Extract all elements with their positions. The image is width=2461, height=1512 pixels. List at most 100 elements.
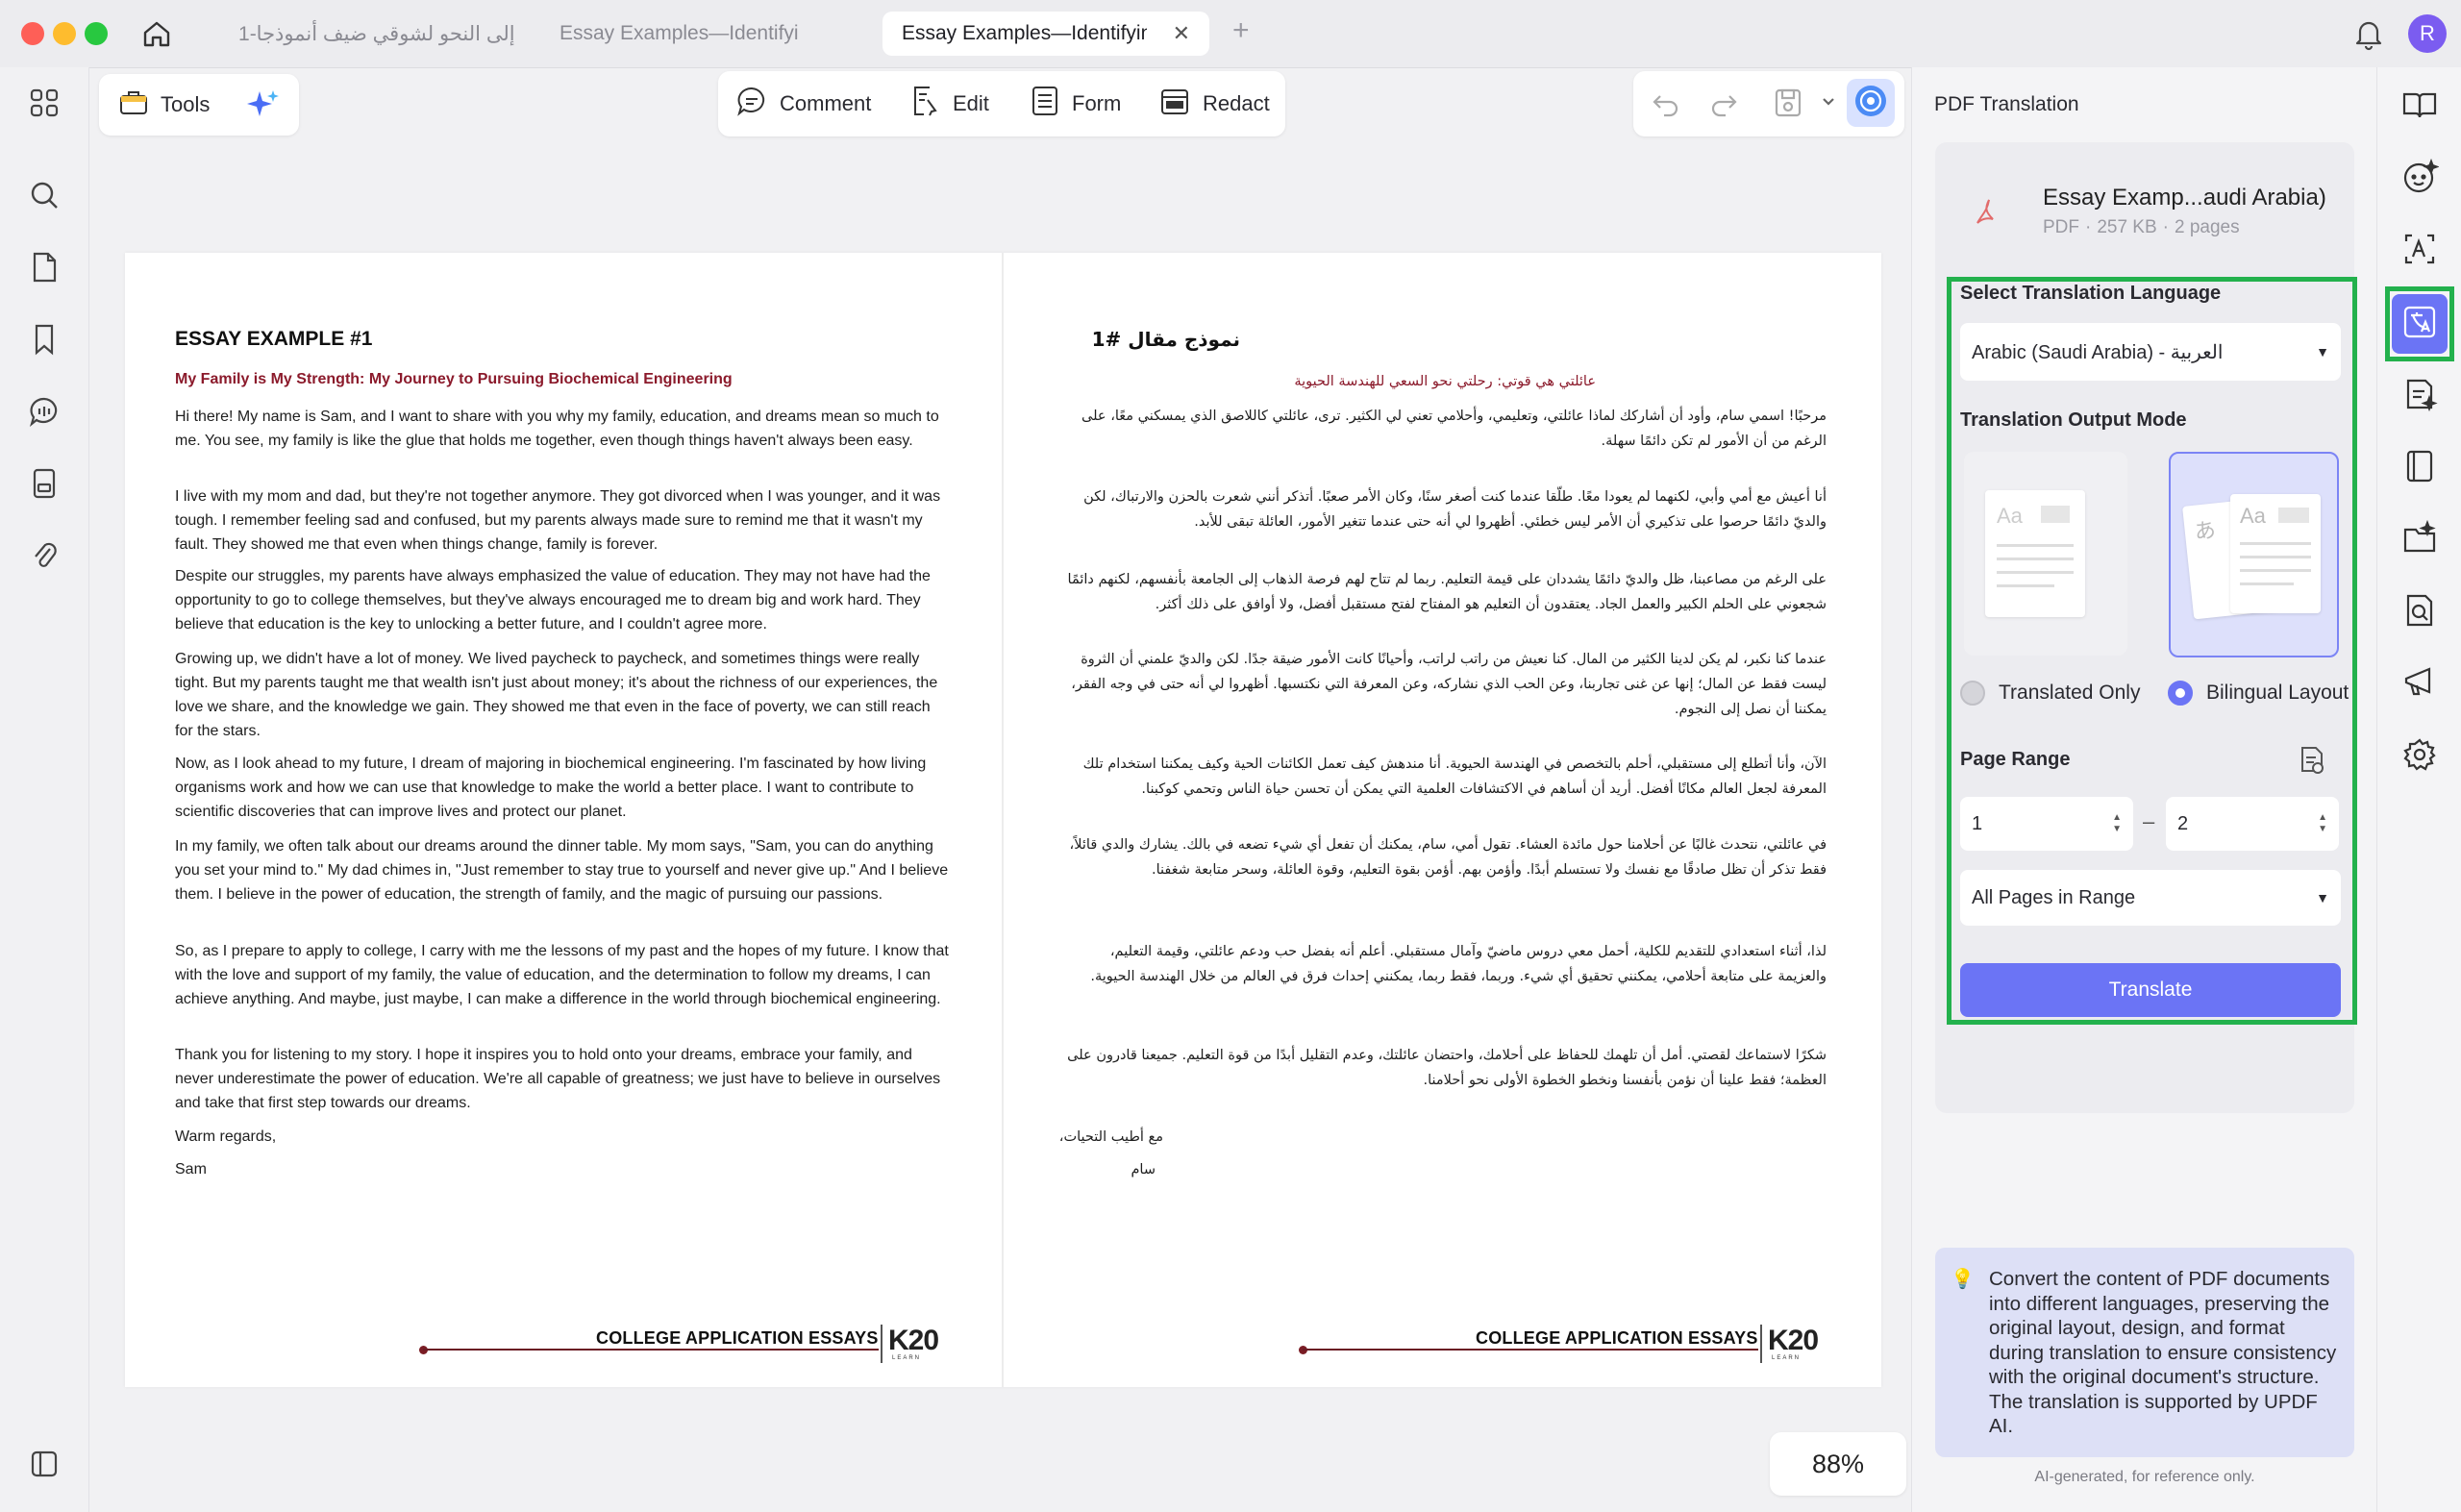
zoom-window-button[interactable] — [85, 22, 108, 45]
close-tab-icon[interactable]: ✕ — [1173, 21, 1190, 46]
radio-unchecked-icon — [1960, 681, 1985, 706]
save-dropdown-chevron-icon[interactable] — [1820, 92, 1837, 114]
form-button[interactable]: Form — [1030, 77, 1121, 131]
book-icon[interactable] — [2399, 445, 2441, 487]
k20-logo-sub: LEARN — [1772, 1355, 1802, 1361]
translated-only-label: Translated Only — [1999, 682, 2141, 704]
book-reader-icon[interactable] — [2399, 84, 2441, 126]
arabic-paragraph: عندما كنا نكبر، لم يكن لدينا الكثير من ا… — [1071, 652, 1827, 717]
english-paragraph: So, as I prepare to apply to college, I … — [175, 943, 949, 1007]
tab-essay-examples-1[interactable]: Essay Examples—Identifyi — [540, 12, 867, 56]
range-to-value: 2 — [2177, 812, 2189, 834]
footer-separator — [1760, 1325, 1762, 1363]
footer-separator — [881, 1325, 882, 1363]
translate-icon — [2400, 303, 2439, 346]
bookmark-icon[interactable] — [25, 320, 63, 359]
new-tab-icon[interactable]: + — [1232, 14, 1250, 47]
ai-summary-icon[interactable] — [2399, 373, 2441, 415]
comment-button[interactable]: Comment — [735, 77, 871, 131]
translated-page-preview-icon: Aa — [1985, 490, 2085, 617]
folder-ai-icon[interactable] — [2399, 517, 2441, 559]
english-paragraph: Thank you for listening to my story. I h… — [175, 1047, 941, 1111]
translated-only-radio[interactable]: Translated Only — [1960, 681, 2140, 706]
avatar[interactable]: R — [2408, 14, 2447, 53]
paperclip-icon[interactable] — [25, 536, 63, 575]
file-name: Essay Examp...audi Arabia) — [2043, 185, 2326, 211]
k20-logo-sub: LEARN — [892, 1355, 922, 1361]
attachment-doc-icon[interactable] — [25, 464, 63, 503]
minimize-window-button[interactable] — [53, 22, 76, 45]
arabic-paragraph: لذا، أثناء استعدادي للتقديم للكلية، أحمل… — [1090, 944, 1827, 984]
ai-sparkle-icon[interactable] — [245, 87, 282, 129]
language-label: Select Translation Language — [1960, 283, 2222, 304]
comments-icon[interactable] — [25, 392, 63, 431]
redact-button[interactable]: Redact — [1158, 77, 1270, 131]
translate-tool-button[interactable] — [2392, 294, 2448, 354]
sidebar-toggle-icon[interactable] — [25, 1445, 63, 1483]
bilingual-layout-option[interactable]: あ Aa — [2169, 452, 2339, 657]
edit-label: Edit — [953, 91, 989, 115]
stepper-icon[interactable]: ▲ ▼ — [2318, 812, 2327, 835]
translated-only-option[interactable]: Aa — [1964, 452, 2127, 656]
translation-panel: PDF Translation Essay Examp...audi Arabi… — [1911, 67, 2377, 1512]
stepper-icon[interactable]: ▲ ▼ — [2112, 812, 2122, 835]
comment-label: Comment — [780, 91, 872, 115]
english-paragraph: Despite our struggles, my parents have a… — [175, 568, 931, 632]
settings-gear-icon[interactable] — [2399, 733, 2441, 776]
page-range-settings-icon[interactable] — [2295, 744, 2327, 781]
output-mode-label: Translation Output Mode — [1960, 409, 2187, 431]
language-select[interactable]: Arabic (Saudi Arabia) - العربية ▼ — [1960, 323, 2341, 381]
close-window-button[interactable] — [21, 22, 44, 45]
notification-bell-icon[interactable] — [2351, 15, 2386, 52]
file-pages: 2 pages — [2174, 217, 2240, 237]
english-paragraph: In my family, we often talk about our dr… — [175, 838, 949, 903]
ai-assistant-button[interactable] — [1847, 79, 1895, 127]
language-value: Arabic (Saudi Arabia) - العربية — [1972, 341, 2224, 363]
ai-disclaimer: AI-generated, for reference only. — [2034, 1469, 2255, 1485]
arabic-closing: مع أطيب التحيات، — [1058, 1129, 1163, 1145]
dropdown-caret-icon: ▼ — [2316, 890, 2329, 905]
english-paragraph: Hi there! My name is Sam, and I want to … — [175, 409, 939, 449]
redact-icon — [1158, 85, 1191, 123]
ocr-text-icon[interactable] — [2399, 228, 2441, 270]
bilingual-page-front-icon: Aa — [2230, 494, 2321, 613]
search-document-icon[interactable] — [2399, 589, 2441, 632]
grid-apps-icon[interactable] — [25, 84, 63, 122]
footer-text: COLLEGE APPLICATION ESSAYS — [596, 1328, 879, 1348]
zoom-level[interactable]: 88% — [1770, 1432, 1906, 1496]
file-meta: PDF · 257 KB · 2 pages — [2043, 217, 2240, 237]
footer-text: COLLEGE APPLICATION ESSAYS — [1476, 1328, 1758, 1348]
range-from-input[interactable]: 1 ▲ ▼ — [1960, 797, 2133, 851]
edit-toolbar: Comment Edit Form Redact — [718, 71, 1285, 136]
k20-logo: K20 — [888, 1325, 939, 1356]
page-thumbnails-icon[interactable] — [25, 248, 63, 286]
k20-logo: K20 — [1768, 1325, 1819, 1356]
tools-button[interactable]: Tools — [118, 78, 210, 132]
search-icon[interactable] — [25, 176, 63, 214]
english-paragraph: Now, as I look ahead to my future, I dre… — [175, 756, 927, 820]
home-icon[interactable] — [138, 15, 175, 52]
ai-assistant-icon — [1852, 83, 1889, 124]
tools-pill: Tools — [99, 74, 299, 136]
undo-icon[interactable] — [1651, 88, 1681, 124]
presentation-icon[interactable] — [2399, 661, 2441, 704]
tab-arabic-doc[interactable]: إلى النحو لشوقي ضيف أنموذجا-1 — [219, 12, 532, 56]
translate-button[interactable]: Translate — [1960, 963, 2341, 1017]
comment-icon — [735, 85, 768, 123]
ai-chat-icon[interactable] — [2399, 156, 2441, 198]
arabic-paragraph: الآن، وأنا أتطلع إلى مستقبلي، أحلم بالتخ… — [1082, 756, 1827, 797]
left-sidebar — [0, 67, 89, 1512]
pages-select[interactable]: All Pages in Range ▼ — [1960, 870, 2341, 926]
edit-button[interactable]: Edit — [910, 77, 989, 131]
dropdown-caret-icon: ▼ — [2316, 344, 2329, 359]
save-icon[interactable] — [1773, 87, 1803, 124]
arabic-subtitle: عائلتي هي قوتي: رحلتي نحو السعي للهندسة … — [1294, 374, 1596, 389]
tab-essay-examples-2[interactable]: Essay Examples—Identifyin ✕ — [882, 12, 1209, 56]
bilingual-layout-radio[interactable]: Bilingual Layout — [2168, 681, 2349, 706]
page-range-label: Page Range — [1960, 749, 2071, 770]
range-to-input[interactable]: 2 ▲ ▼ — [2166, 797, 2339, 851]
english-paragraph: Growing up, we didn't have a lot of mone… — [175, 651, 938, 739]
arabic-paragraph: في عائلتي، نتحدث غالبًا عن أحلامنا حول م… — [1069, 837, 1827, 878]
redo-icon[interactable] — [1708, 88, 1739, 124]
radio-checked-icon — [2168, 681, 2193, 706]
